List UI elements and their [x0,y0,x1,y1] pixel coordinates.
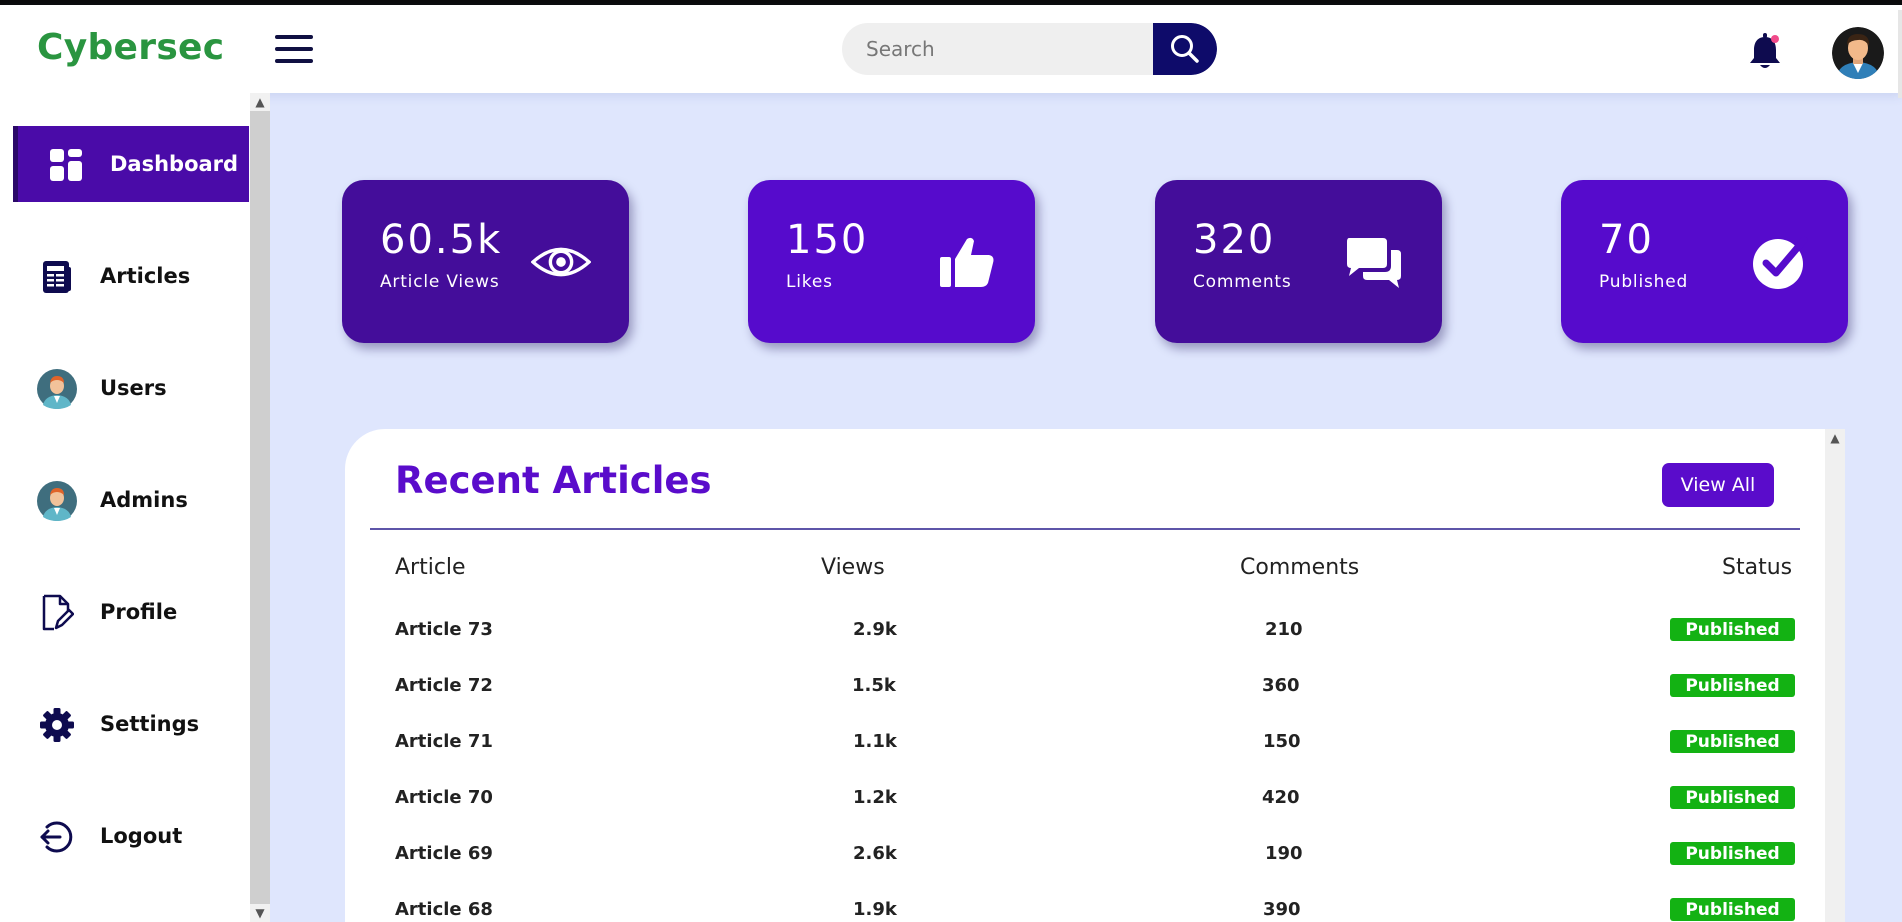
article-name: Article 68 [395,899,493,920]
sidebar-item-users[interactable]: Users [13,350,249,426]
article-comments: 420 [1262,787,1300,808]
stat-value: 320 [1193,217,1276,263]
user-avatar[interactable] [1832,27,1884,79]
comments-icon [1344,232,1404,292]
dashboard-icon [46,145,86,185]
stat-label: Comments [1193,272,1292,292]
table-row[interactable]: Article 70 1.2k 420 Published [345,786,1825,843]
admin-avatar-icon [37,481,77,521]
stat-value: 150 [786,217,869,263]
article-views: 2.9k [853,619,897,640]
stat-card-comments[interactable]: 320 Comments [1155,180,1442,343]
article-comments: 210 [1265,619,1303,640]
article-views: 1.9k [853,899,897,920]
sidebar-item-label: Logout [100,824,183,848]
panel-title: Recent Articles [395,459,712,502]
status-badge: Published [1670,786,1795,809]
sidebar-scrollbar[interactable]: ▲ ▼ [250,93,270,922]
panel-divider [370,528,1800,530]
window-scrollbar-edge [1898,10,1902,98]
stat-value: 60.5k [380,217,503,263]
eye-icon [531,232,591,292]
sidebar-item-settings[interactable]: Settings [13,686,249,762]
article-views: 1.5k [852,675,896,696]
column-header-article: Article [395,555,466,580]
stat-value: 70 [1599,217,1654,263]
table-row[interactable]: Article 68 1.9k 390 Published [345,898,1825,922]
sidebar-item-label: Dashboard [110,152,239,176]
article-name: Article 69 [395,843,493,864]
article-name: Article 73 [395,619,493,640]
stat-label: Article Views [380,272,500,292]
article-name: Article 71 [395,731,493,752]
notification-bell-icon[interactable] [1748,32,1782,72]
sidebar-item-admins[interactable]: Admins [13,462,249,538]
sidebar: Dashboard Articles Users Admins Profile … [0,93,250,922]
user-avatar-icon [37,369,77,409]
stat-label: Published [1599,272,1689,292]
article-comments: 150 [1263,731,1301,752]
hamburger-menu-icon[interactable] [275,35,313,63]
sidebar-item-profile[interactable]: Profile [13,574,249,650]
sidebar-item-label: Admins [100,488,188,512]
panel-scrollbar[interactable]: ▲ [1825,429,1845,922]
top-header: Cybersec [0,5,1902,98]
article-views: 1.1k [853,731,897,752]
sidebar-item-label: Settings [100,712,200,736]
view-all-button[interactable]: View All [1662,463,1774,507]
search-icon [1171,35,1199,63]
search-input[interactable] [842,23,1154,75]
article-comments: 190 [1265,843,1303,864]
column-header-views: Views [821,555,885,580]
search-button[interactable] [1153,23,1217,75]
sidebar-item-logout[interactable]: Logout [13,798,249,874]
status-badge: Published [1670,674,1795,697]
table-row[interactable]: Article 72 1.5k 360 Published [345,674,1825,731]
column-header-status: Status [1722,555,1793,580]
check-circle-icon [1750,232,1810,292]
status-badge: Published [1670,898,1795,921]
article-views: 2.6k [853,843,897,864]
table-row[interactable]: Article 73 2.9k 210 Published [345,618,1825,675]
article-name: Article 72 [395,675,493,696]
search-bar [842,23,1217,75]
thumbs-up-icon [937,232,997,292]
gear-icon [37,705,77,745]
article-name: Article 70 [395,787,493,808]
table-row[interactable]: Article 69 2.6k 190 Published [345,842,1825,899]
scroll-up-arrow-icon[interactable]: ▲ [250,93,270,111]
sidebar-item-label: Articles [100,264,191,288]
status-badge: Published [1670,618,1795,641]
sidebar-item-articles[interactable]: Articles [13,238,249,314]
column-header-comments: Comments [1240,555,1360,580]
article-views: 1.2k [853,787,897,808]
article-comments: 360 [1262,675,1300,696]
scroll-down-arrow-icon[interactable]: ▼ [250,904,270,922]
logout-icon [37,817,77,857]
status-badge: Published [1670,842,1795,865]
table-row[interactable]: Article 71 1.1k 150 Published [345,730,1825,787]
stat-label: Likes [786,272,833,292]
sidebar-item-label: Users [100,376,167,400]
stat-card-published[interactable]: 70 Published [1561,180,1848,343]
stat-card-article-views[interactable]: 60.5k Article Views [342,180,629,343]
articles-icon [37,257,77,297]
recent-articles-panel: Recent Articles View All Article Views C… [345,429,1845,922]
stat-card-likes[interactable]: 150 Likes [748,180,1035,343]
status-badge: Published [1670,730,1795,753]
profile-document-icon [37,593,77,633]
sidebar-item-dashboard[interactable]: Dashboard [13,126,249,202]
app-logo[interactable]: Cybersec [37,27,224,68]
scroll-up-arrow-icon[interactable]: ▲ [1825,429,1845,447]
sidebar-item-label: Profile [100,600,178,624]
article-comments: 390 [1263,899,1301,920]
